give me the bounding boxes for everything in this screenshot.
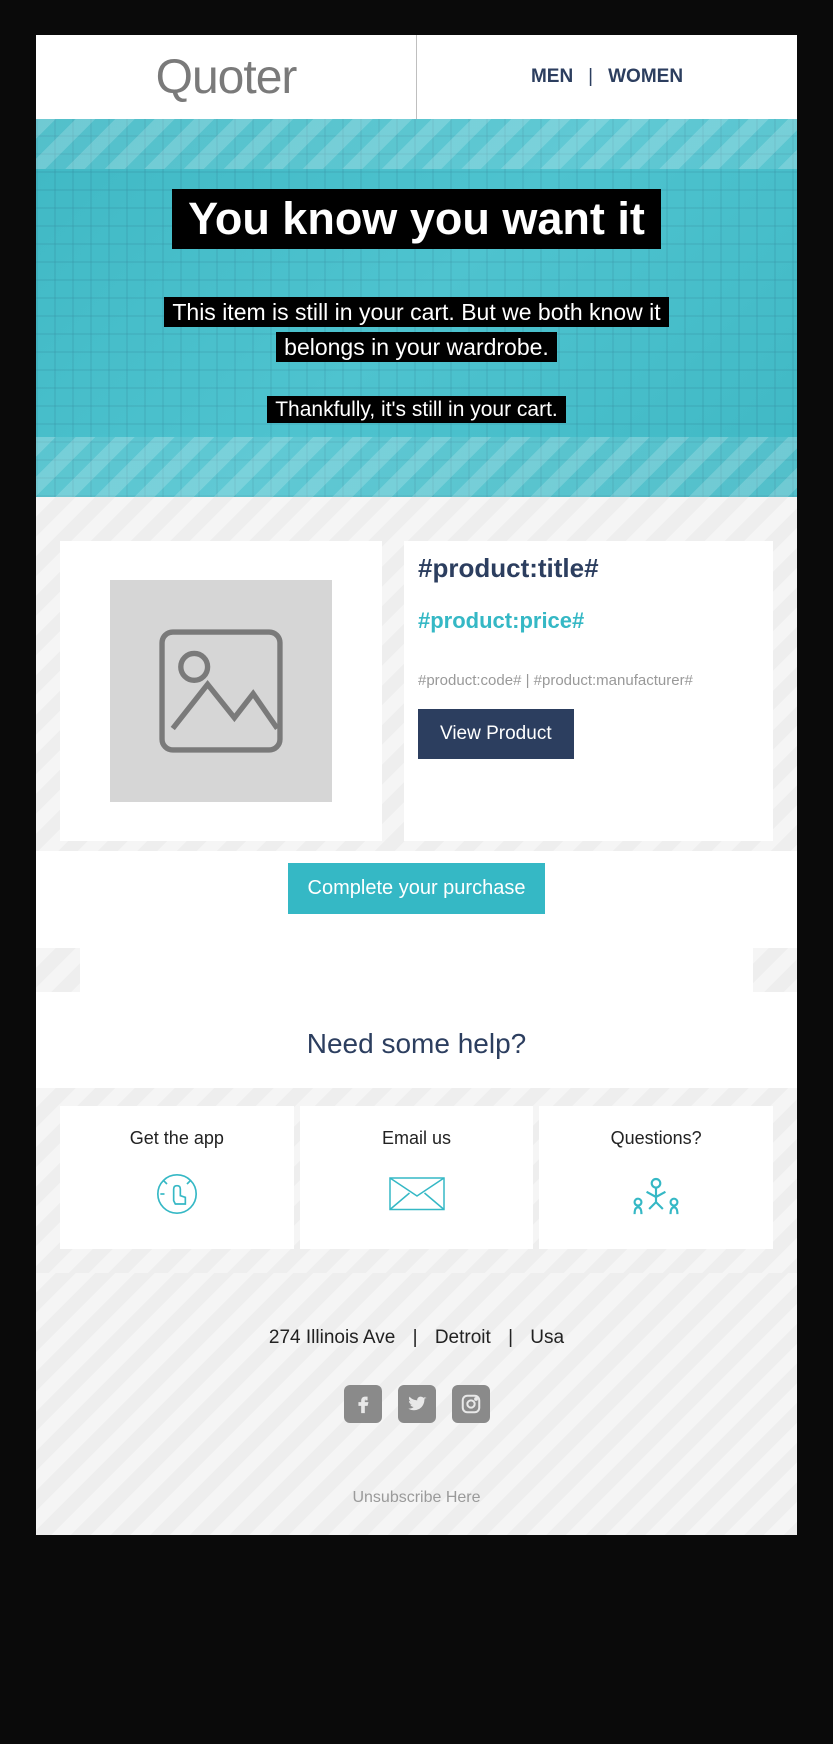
complete-purchase-button[interactable]: Complete your purchase xyxy=(288,863,546,914)
help-card-label: Email us xyxy=(310,1128,524,1149)
tap-icon xyxy=(147,1169,207,1219)
help-section: Need some help? Get the app Email us xyxy=(36,992,797,1273)
twitter-icon[interactable] xyxy=(398,1385,436,1423)
help-card-email[interactable]: Email us xyxy=(300,1106,534,1249)
product-image-card xyxy=(60,541,382,841)
hero-banner: You know you want it This item is still … xyxy=(36,119,797,497)
envelope-icon xyxy=(387,1169,447,1219)
product-section: #product:title# #product:price# #product… xyxy=(36,497,797,851)
nav-link-women[interactable]: WOMEN xyxy=(608,66,683,88)
help-card-app[interactable]: Get the app xyxy=(60,1106,294,1249)
view-product-button[interactable]: View Product xyxy=(418,709,574,759)
facebook-icon[interactable] xyxy=(344,1385,382,1423)
product-title: #product:title# xyxy=(418,553,759,584)
instagram-icon[interactable] xyxy=(452,1385,490,1423)
hero-headline: You know you want it xyxy=(172,189,661,249)
product-price: #product:price# xyxy=(418,608,759,634)
nav-link-men[interactable]: MEN xyxy=(531,66,573,88)
unsubscribe-link[interactable]: Unsubscribe Here xyxy=(56,1489,777,1507)
product-meta: #product:code# | #product:manufacturer# xyxy=(418,672,759,689)
help-title: Need some help? xyxy=(36,992,797,1088)
hero-body: This item is still in your cart. But we … xyxy=(164,295,668,364)
image-placeholder-icon xyxy=(110,580,332,802)
nav-separator: | xyxy=(588,66,593,88)
footer-address: 274 Illinois Ave | Detroit | Usa xyxy=(56,1327,777,1349)
people-icon xyxy=(626,1169,686,1219)
help-card-label: Questions? xyxy=(549,1128,763,1149)
hero-body-small: Thankfully, it's still in your cart. xyxy=(267,394,566,426)
spacer-card xyxy=(80,948,753,992)
help-card-label: Get the app xyxy=(70,1128,284,1149)
header: Quoter MEN | WOMEN xyxy=(36,35,797,119)
footer: 274 Illinois Ave | Detroit | Usa Unsubsc… xyxy=(36,1273,797,1535)
help-card-questions[interactable]: Questions? xyxy=(539,1106,773,1249)
product-info-card: #product:title# #product:price# #product… xyxy=(404,541,773,841)
brand-logo: Quoter xyxy=(156,50,297,105)
